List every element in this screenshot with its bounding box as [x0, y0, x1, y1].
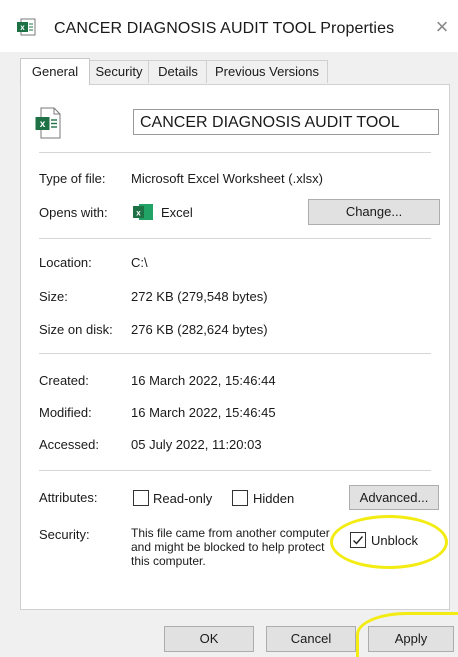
advanced-button[interactable]: Advanced...: [349, 485, 439, 510]
type-value: Microsoft Excel Worksheet (.xlsx): [131, 171, 323, 186]
modified-label: Modified:: [39, 405, 92, 420]
separator: [39, 152, 431, 153]
accessed-label: Accessed:: [39, 437, 99, 452]
readonly-label: Read-only: [153, 491, 213, 506]
readonly-checkbox[interactable]: [133, 490, 149, 506]
separator: [39, 238, 431, 239]
size-on-disk-value: 276 KB (282,624 bytes): [131, 322, 268, 337]
type-label: Type of file:: [39, 171, 106, 186]
accessed-value: 05 July 2022, 11:20:03: [131, 437, 262, 452]
separator: [39, 470, 431, 471]
tab-details[interactable]: Details: [148, 60, 208, 83]
tab-label: Details: [158, 64, 198, 79]
cancel-button[interactable]: Cancel: [266, 626, 356, 652]
hidden-label: Hidden: [253, 491, 295, 506]
tab-label: General: [31, 64, 79, 79]
security-label: Security:: [39, 527, 90, 542]
created-label: Created:: [39, 373, 89, 388]
size-on-disk-label: Size on disk:: [39, 322, 113, 337]
size-value: 272 KB (279,548 bytes): [131, 289, 268, 304]
excel-worksheet-icon: x: [35, 107, 61, 139]
excel-app-icon: x: [133, 204, 153, 220]
apply-button[interactable]: Apply: [368, 626, 454, 652]
attributes-label: Attributes:: [39, 490, 98, 505]
tab-label: Previous Versions: [214, 64, 320, 79]
svg-text:x: x: [136, 209, 141, 218]
ok-button[interactable]: OK: [164, 626, 254, 652]
close-icon[interactable]: ×: [430, 16, 454, 40]
tab-general[interactable]: General: [20, 58, 90, 85]
unblock-label: Unblock: [371, 533, 418, 548]
created-value: 16 March 2022, 15:46:44: [131, 373, 276, 388]
size-label: Size:: [39, 289, 68, 304]
window-title: CANCER DIAGNOSIS AUDIT TOOL Properties: [54, 20, 395, 37]
separator: [39, 353, 431, 354]
checkmark-icon: [353, 536, 364, 545]
title-bar: x CANCER DIAGNOSIS AUDIT TOOL Properties…: [0, 0, 458, 52]
location-value: C:\: [131, 255, 148, 270]
change-button[interactable]: Change...: [308, 199, 440, 225]
security-message: This file came from another computer and…: [131, 526, 330, 568]
excel-file-icon: x: [17, 18, 36, 36]
svg-text:x: x: [20, 23, 25, 32]
tab-security[interactable]: Security: [88, 60, 150, 83]
hidden-checkbox[interactable]: [232, 490, 248, 506]
opens-with-label: Opens with:: [39, 205, 108, 220]
svg-text:x: x: [40, 119, 46, 130]
tab-label: Security: [95, 64, 143, 79]
location-label: Location:: [39, 255, 92, 270]
modified-value: 16 March 2022, 15:46:45: [131, 405, 276, 420]
general-panel: x CANCER DIAGNOSIS AUDIT TOOL Type of fi…: [20, 84, 450, 610]
file-name-field[interactable]: CANCER DIAGNOSIS AUDIT TOOL: [133, 109, 439, 135]
opens-with-value: Excel: [161, 205, 193, 220]
tab-previous-versions[interactable]: Previous Versions: [206, 60, 328, 83]
unblock-checkbox[interactable]: [350, 532, 366, 548]
